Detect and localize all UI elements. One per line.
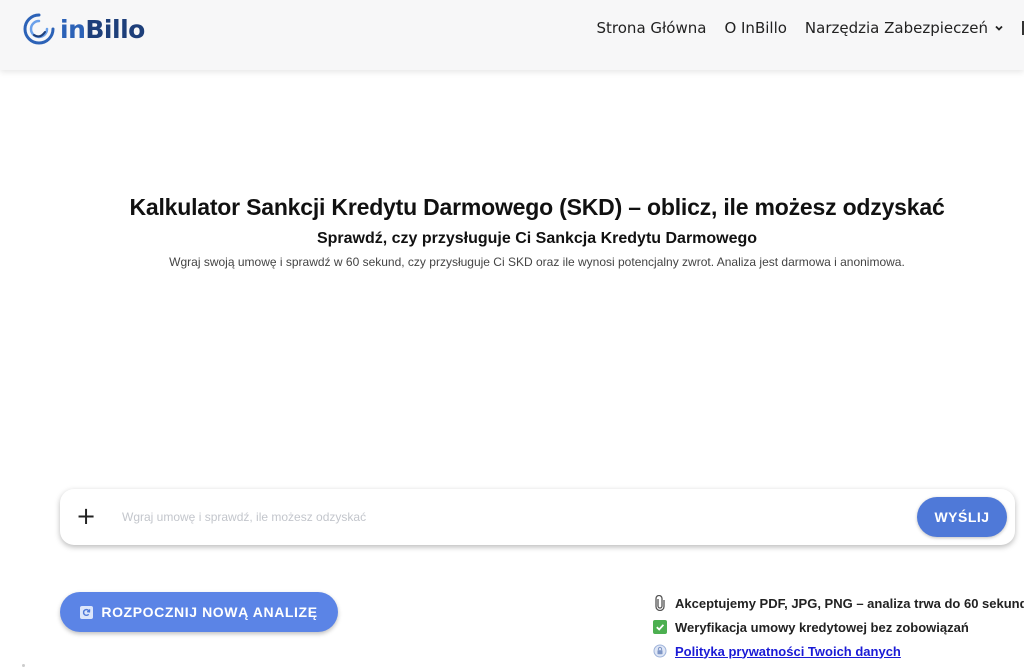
site-header: inBillo Strona Główna O InBillo Narzędzi…: [0, 0, 1024, 70]
info-item-text: Akceptujemy PDF, JPG, PNG – analiza trwa…: [675, 595, 1024, 611]
info-item-verification: Weryfikacja umowy kredytowej bez zobowią…: [652, 618, 1024, 636]
message-input[interactable]: [122, 505, 902, 529]
decorative-dot: [22, 664, 25, 667]
send-button[interactable]: WYŚLIJ: [917, 497, 1007, 537]
paperclip-icon: [652, 595, 668, 611]
hero-section: Kalkulator Sankcji Kredytu Darmowego (SK…: [0, 194, 1024, 269]
logo-mark-icon: [23, 13, 55, 45]
new-analysis-label: ROZPOCZNIJ NOWĄ ANALIZĘ: [101, 604, 318, 620]
info-item-text: Weryfikacja umowy kredytowej bez zobowią…: [675, 619, 969, 635]
nav-item-label: O InBillo: [724, 19, 787, 37]
refresh-icon: [80, 605, 94, 619]
info-item-formats: Akceptujemy PDF, JPG, PNG – analiza trwa…: [652, 594, 1024, 612]
page-title: Kalkulator Sankcji Kredytu Darmowego (SK…: [129, 194, 945, 220]
info-list: Akceptujemy PDF, JPG, PNG – analiza trwa…: [652, 594, 1024, 666]
nav-item-label: Strona Główna: [596, 19, 707, 37]
nav-item-security-tools[interactable]: Narzędzia Zabezpieczeń: [805, 19, 1004, 37]
main-nav: Strona Główna O InBillo Narzędzia Zabezp…: [597, 19, 1024, 37]
new-analysis-button[interactable]: ROZPOCZNIJ NOWĄ ANALIZĘ: [60, 592, 338, 632]
checkmark-icon: [652, 619, 668, 635]
page-description: Wgraj swoją umowę i sprawdź w 60 sekund,…: [169, 255, 905, 269]
plus-icon[interactable]: +: [74, 504, 98, 529]
upload-chat-bar: + WYŚLIJ: [60, 489, 1015, 545]
info-item-privacy: Polityka prywatności Twoich danych: [652, 642, 1024, 660]
page-subtitle: Sprawdź, czy przysługuje Ci Sankcja Kred…: [316, 230, 758, 247]
chevron-down-icon: [995, 25, 1003, 31]
nav-item-about[interactable]: O InBillo: [724, 19, 786, 37]
nav-item-home[interactable]: Strona Główna: [597, 19, 707, 37]
nav-item-label: Narzędzia Zabezpieczeń: [804, 19, 988, 37]
lock-icon: [652, 643, 668, 659]
logo-text: inBillo: [60, 15, 145, 44]
inbillo-logo[interactable]: inBillo: [22, 11, 145, 47]
logo-text-in: in: [60, 14, 86, 44]
privacy-policy-link[interactable]: Polityka prywatności Twoich danych: [675, 644, 901, 659]
logo-text-billo: Billo: [85, 14, 145, 44]
